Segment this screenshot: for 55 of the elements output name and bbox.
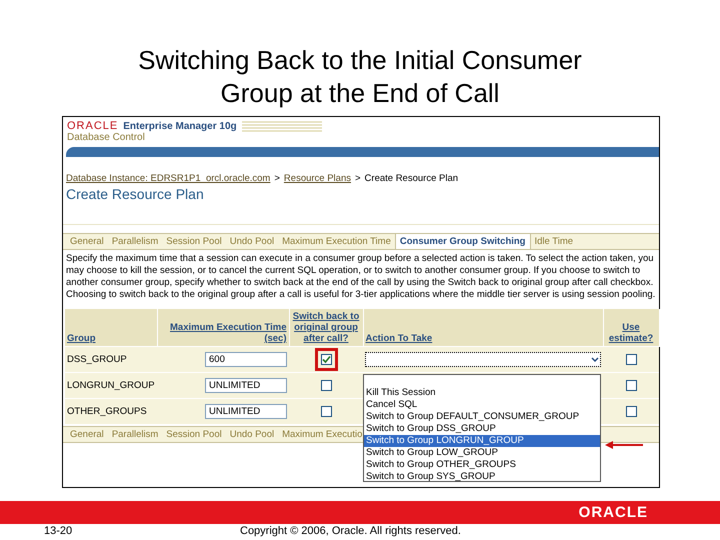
tab[interactable]: Undo Pool <box>226 427 278 442</box>
tab[interactable]: Parallelism <box>108 234 162 249</box>
column-header[interactable]: Use estimate? <box>603 309 659 346</box>
product-name: Enterprise Manager 10g <box>123 120 237 132</box>
caret-icon <box>590 355 600 364</box>
tab[interactable]: Maximum Executio <box>278 427 366 442</box>
dropdown-option[interactable]: Switch to Group DEFAULT_CONSUMER_GROUP <box>364 411 600 423</box>
tab[interactable]: Undo Pool <box>226 234 278 249</box>
dropdown-option[interactable]: Switch to Group LOW_GROUP <box>364 447 600 459</box>
arrow-icon <box>605 441 643 449</box>
dropdown-option[interactable]: Kill This Session <box>364 387 600 399</box>
time-field[interactable]: UNLIMITED <box>205 378 287 394</box>
slide-title: Switching Back to the Initial Consumer Group at the End of Call <box>137 44 583 110</box>
table-cell: LONGRUN_GROUP <box>65 372 157 399</box>
product-subtitle: Database Control <box>67 132 146 143</box>
time-field[interactable]: UNLIMITED <box>205 404 287 420</box>
breadcrumb-link[interactable]: Resource Plans <box>284 173 351 184</box>
time-field[interactable]: 600 <box>205 352 287 367</box>
brand-logo: ORACLE <box>67 120 118 132</box>
stripes-icon <box>242 120 322 132</box>
checkbox[interactable] <box>626 354 636 365</box>
checkbox[interactable] <box>320 354 332 365</box>
breadcrumb-separator: > <box>274 173 280 184</box>
column-header[interactable]: Switch back to original group after call? <box>289 309 363 346</box>
action-select[interactable] <box>365 352 601 367</box>
checkbox[interactable] <box>320 380 332 392</box>
tab[interactable]: Parallelism <box>108 427 162 442</box>
page-number: 13-20 <box>44 525 72 537</box>
table-cell: OTHER_GROUPS <box>65 398 157 424</box>
checkbox[interactable] <box>626 380 636 392</box>
breadcrumb-separator: > <box>354 173 361 184</box>
tab[interactable]: Maximum Execution Time <box>278 234 395 249</box>
page-title: Create Resource Plan <box>63 184 659 225</box>
checkbox[interactable] <box>626 406 636 418</box>
tab[interactable]: General <box>66 427 108 442</box>
tab[interactable]: Session Pool <box>162 427 226 442</box>
column-header[interactable]: Action To Take <box>363 309 603 346</box>
tab[interactable]: Idle Time <box>530 234 578 249</box>
dropdown-option[interactable]: Switch to Group DSS_GROUP <box>364 423 600 435</box>
description-text: Specify the maximum time that a session can execute in a consumer group before a selected action is taken. To select the action taken, you may choose to kill the session, or to cancel the current SQL operation, or to switch to another consumer group. If you choose to switch to another consumer group, specify whether to switch back at the end of the call by using the Switch back to original group after call checkbox. Choosing to switch back to the original group after a call is useful for 3-tier applications where the middle tier server is using session pooling. <box>66 253 656 301</box>
tab[interactable]: General <box>66 234 108 249</box>
footer-logo: ORACLE <box>578 504 648 521</box>
tab[interactable]: Session Pool <box>162 234 226 249</box>
dropdown-option[interactable]: Cancel SQL <box>364 399 600 411</box>
breadcrumb-current: Create Resource Plan <box>364 173 458 184</box>
dropdown-option[interactable]: Switch to Group LONGRUN_GROUP <box>364 435 600 447</box>
dropdown-option[interactable]: Switch to Group OTHER_GROUPS <box>364 459 600 471</box>
table-cell: DSS_GROUP <box>65 346 157 373</box>
copyright-text: Copyright © 2006, Oracle. All rights reserved. <box>240 525 461 537</box>
breadcrumb-link[interactable]: Database Instance: EDRSR1P1_orcl.oracle.com <box>66 173 270 184</box>
column-header[interactable]: Maximum Execution Time (sec) <box>157 309 289 346</box>
dropdown-option[interactable]: Switch to Group SYS_GROUP <box>364 471 600 483</box>
tab[interactable]: Consumer Group Switching <box>394 234 530 249</box>
column-header[interactable]: Group <box>65 309 157 346</box>
checkbox[interactable] <box>320 406 332 418</box>
